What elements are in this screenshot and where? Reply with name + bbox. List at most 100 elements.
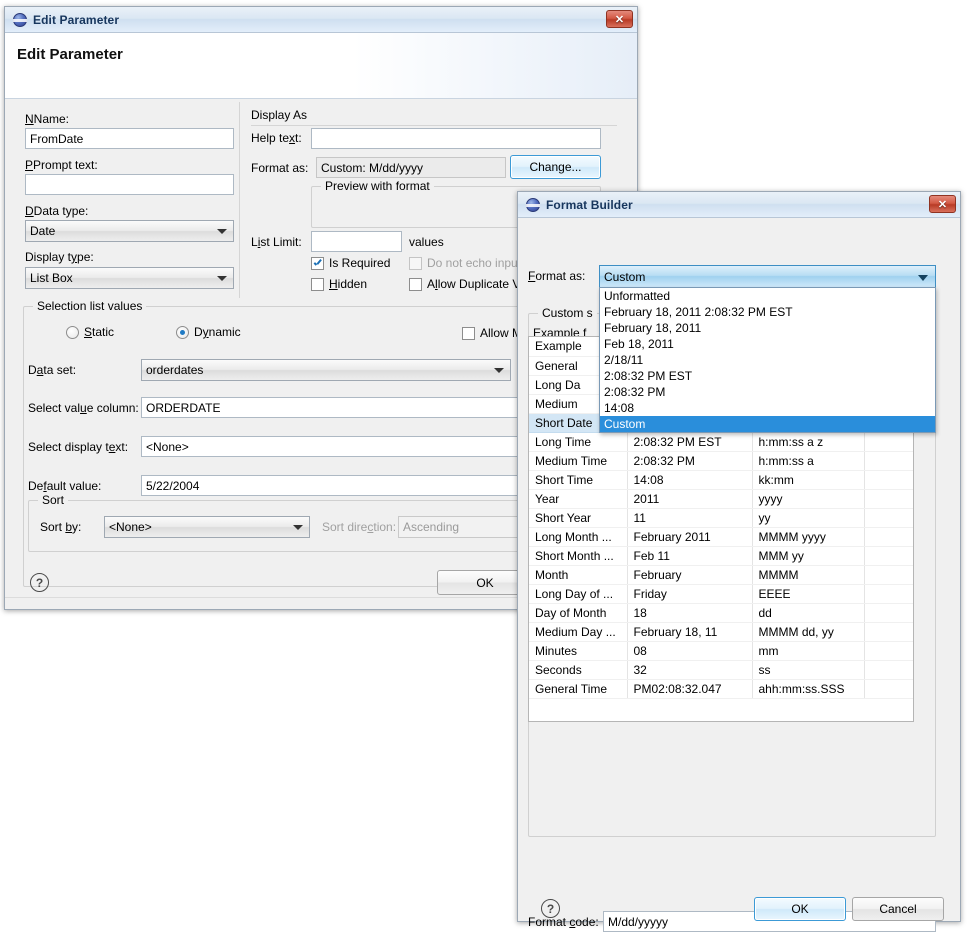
table-row[interactable]: Medium Time 2:08:32 PM h:mm:ss a [529, 451, 913, 471]
format-name: Medium Day ... [529, 622, 628, 642]
dynamic-radio[interactable]: Dynamic [176, 325, 241, 339]
format-code: h:mm:ss a z [752, 432, 865, 452]
prompt-text-label: PPrompt text: [25, 158, 98, 172]
edit-parameter-title: Edit Parameter [33, 12, 120, 27]
format-spare [864, 546, 913, 566]
name-input[interactable]: FromDate [25, 128, 234, 149]
format-code: yy [752, 508, 865, 528]
format-spare [864, 527, 913, 547]
format-as-dropdown-list[interactable]: Unformatted February 18, 2011 2:08:32 PM … [599, 287, 936, 433]
dropdown-option[interactable]: 14:08 [600, 400, 935, 416]
chevron-down-icon [217, 276, 227, 281]
checkbox-box [409, 256, 422, 270]
fb-format-as-value: Custom [604, 269, 646, 284]
table-row[interactable]: Long Day of ... Friday EEEE [529, 584, 913, 604]
format-example: 14:08 [627, 470, 753, 490]
format-spare [864, 603, 913, 623]
checkbox-box [409, 277, 422, 291]
table-row[interactable]: Day of Month 18 dd [529, 603, 913, 623]
fb-format-as-select[interactable]: Custom [599, 265, 936, 288]
dropdown-option[interactable]: Feb 18, 2011 [600, 336, 935, 352]
format-code: h:mm:ss a [752, 451, 865, 471]
table-row[interactable]: Month February MMMM [529, 565, 913, 585]
format-spare [864, 660, 913, 680]
help-icon[interactable]: ? [30, 573, 49, 592]
fb-help-icon[interactable]: ? [541, 899, 560, 918]
dropdown-option[interactable]: February 18, 2011 2:08:32 PM EST [600, 304, 935, 320]
edit-parameter-titlebar: Edit Parameter ✕ [5, 7, 637, 33]
list-limit-input[interactable] [311, 231, 402, 252]
sort-by-label: Sort by: [40, 520, 82, 534]
select-value-column-label: Select value column: [28, 401, 139, 415]
table-row[interactable]: Minutes 08 mm [529, 641, 913, 661]
data-type-value: Date [30, 224, 56, 238]
data-type-select[interactable]: Date [25, 220, 234, 242]
table-row[interactable]: Seconds 32 ss [529, 660, 913, 680]
format-code: kk:mm [752, 470, 865, 490]
fb-format-as-label: Format as: [528, 269, 586, 283]
data-set-select[interactable]: orderdates [141, 359, 511, 381]
data-type-label-text: Data type: [33, 204, 89, 218]
radio-dot [66, 325, 79, 339]
format-code-label: Format code: [528, 915, 599, 929]
format-code: yyyy [752, 489, 865, 509]
prompt-text-label-text: Prompt text: [33, 158, 98, 172]
table-row[interactable]: General Time PM02:08:32.047 ahh:mm:ss.SSS [529, 679, 913, 699]
fb-cancel-button[interactable]: Cancel [852, 897, 944, 921]
format-builder-title: Format Builder [546, 197, 633, 212]
sort-group-label: Sort [38, 493, 69, 507]
help-text-input[interactable] [311, 128, 601, 149]
sort-direction-label: Sort direction: [322, 520, 397, 534]
sort-direction-value: Ascending [403, 520, 460, 534]
hidden-checkbox[interactable]: Hidden [311, 277, 367, 291]
table-row[interactable]: Medium Day ... February 18, 11 MMMM dd, yy [529, 622, 913, 642]
check-icon [313, 259, 322, 268]
is-required-checkbox[interactable]: Is Required [311, 256, 390, 270]
table-row[interactable]: Long Time 2:08:32 PM EST h:mm:ss a z [529, 432, 913, 452]
static-label: Static [84, 325, 115, 339]
format-name: Day of Month [529, 603, 628, 623]
display-type-value: List Box [30, 271, 73, 285]
do-not-echo-input-checkbox[interactable]: Do not echo input [409, 256, 521, 270]
format-example: 32 [627, 660, 753, 680]
format-code: MMMM dd, yy [752, 622, 865, 642]
static-radio[interactable]: Static [66, 325, 114, 339]
table-row[interactable]: Short Time 14:08 kk:mm [529, 470, 913, 490]
select-display-text-label: Select display text: [28, 440, 129, 454]
prompt-text-input[interactable] [25, 174, 234, 195]
format-name: General Time [529, 679, 628, 699]
format-code: EEEE [752, 584, 865, 604]
dropdown-option[interactable]: 2/18/11 [600, 352, 935, 368]
format-spare [864, 584, 913, 604]
table-row[interactable]: Year 2011 yyyy [529, 489, 913, 509]
name-label: NName: [25, 112, 70, 126]
close-icon[interactable]: ✕ [606, 10, 633, 28]
dropdown-option[interactable]: February 18, 2011 [600, 320, 935, 336]
display-type-select[interactable]: List Box [25, 267, 234, 289]
table-row[interactable]: Long Month ... February 2011 MMMM yyyy [529, 527, 913, 547]
allow-multiple-values-checkbox[interactable]: Allow M [462, 326, 522, 340]
dropdown-option[interactable]: Custom [600, 416, 935, 432]
column-divider [239, 102, 240, 298]
sort-by-select[interactable]: <None> [104, 516, 310, 538]
chevron-down-icon [217, 229, 227, 234]
change-format-button[interactable]: Change... [510, 155, 601, 179]
format-code: ss [752, 660, 865, 680]
dropdown-option[interactable]: 2:08:32 PM EST [600, 368, 935, 384]
fb-ok-button[interactable]: OK [754, 897, 846, 921]
format-spare [864, 451, 913, 471]
dropdown-option[interactable]: 2:08:32 PM [600, 384, 935, 400]
dropdown-option[interactable]: Unformatted [600, 288, 935, 304]
format-spare [864, 641, 913, 661]
format-code: MMMM [752, 565, 865, 585]
format-code: MMMM yyyy [752, 527, 865, 547]
format-name: Seconds [529, 660, 628, 680]
table-row[interactable]: Short Year 11 yy [529, 508, 913, 528]
format-as-label: Format as: [251, 161, 309, 175]
format-builder-body: Format as: Custom Custom s Example f Exa… [518, 219, 960, 932]
radio-dot [176, 325, 189, 339]
close-glyph: ✕ [614, 13, 625, 26]
display-type-label: Display type: [25, 250, 94, 264]
close-icon[interactable]: ✕ [929, 195, 956, 213]
table-row[interactable]: Short Month ... Feb 11 MMM yy [529, 546, 913, 566]
